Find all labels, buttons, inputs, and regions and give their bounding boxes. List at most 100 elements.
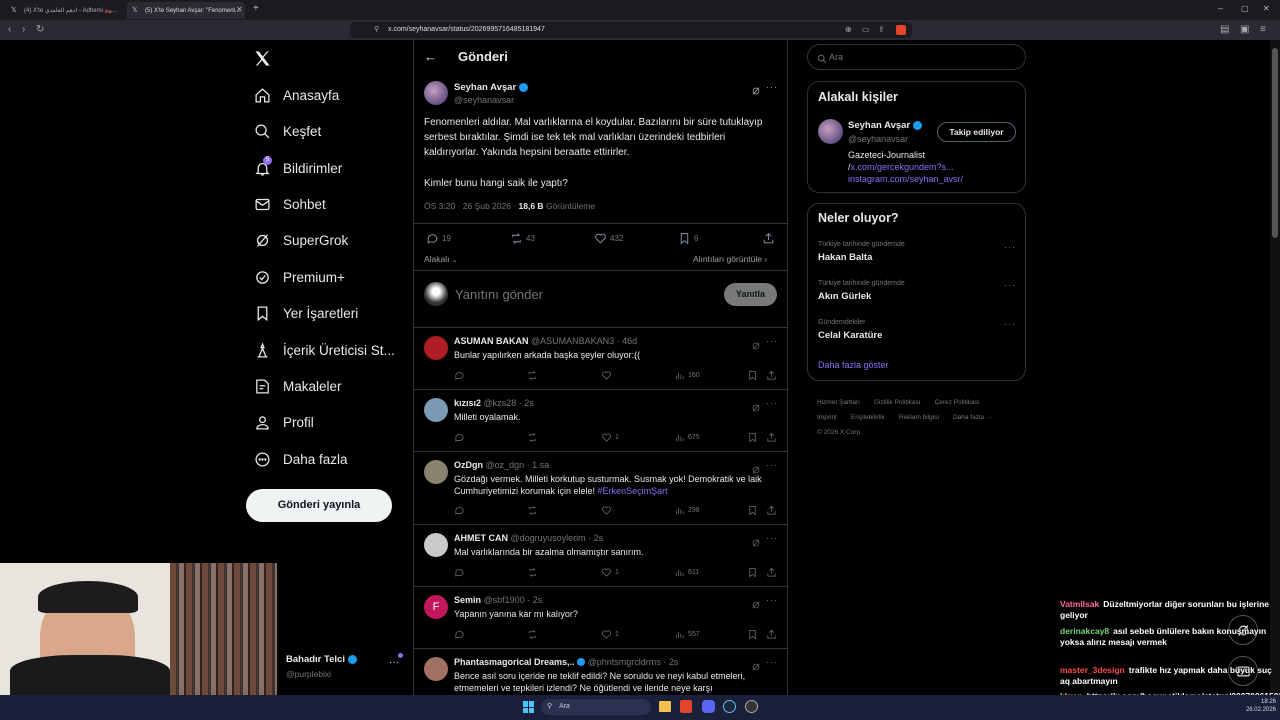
steam-icon[interactable]: [723, 700, 736, 713]
footer-link[interactable]: Hizmet Şartları: [817, 399, 860, 406]
grok-explain-icon[interactable]: [751, 338, 761, 350]
author-name-row[interactable]: Seyhan Avşar: [454, 82, 529, 93]
brave-icon[interactable]: [680, 700, 692, 713]
forward-icon[interactable]: ›: [22, 24, 25, 36]
footer-link[interactable]: Çerez Politikası: [935, 399, 980, 406]
account-switcher[interactable]: Bahadır Telci @purplebixi ···: [286, 653, 406, 679]
repost-action[interactable]: [527, 505, 541, 516]
like-action[interactable]: 1: [601, 567, 619, 578]
reply-avatar[interactable]: [424, 460, 448, 484]
wallet-icon[interactable]: ▣: [1240, 24, 1249, 36]
minimize-icon[interactable]: –: [1218, 3, 1223, 13]
sort-replies[interactable]: Alakalı ⌄: [424, 254, 458, 264]
taskbar-search[interactable]: ⚲ Ara: [541, 699, 651, 715]
reply-avatar[interactable]: [424, 398, 448, 422]
like-stat[interactable]: 432: [594, 232, 623, 245]
related-avatar[interactable]: [818, 119, 843, 144]
reply-item[interactable]: kızısı2 @kzs28 · 2s ··· Milleti oyalamak. 1…: [414, 389, 788, 451]
zoom-icon[interactable]: ⊕: [845, 22, 852, 38]
bookmark-action[interactable]: [747, 629, 761, 640]
more-options-icon[interactable]: ···: [766, 82, 778, 92]
address-bar[interactable]: ⚲ x.com/seyhanavsar/status/2026995716485…: [350, 22, 912, 38]
reply-action[interactable]: [454, 432, 468, 443]
reply-action[interactable]: [454, 505, 468, 516]
discord-icon[interactable]: [702, 700, 715, 713]
reply-avatar[interactable]: [424, 336, 448, 360]
nav-articles[interactable]: Makaleler: [253, 372, 342, 400]
page-scrollbar[interactable]: [1270, 40, 1280, 695]
views-action[interactable]: 298: [674, 505, 700, 516]
reply-avatar[interactable]: F: [424, 595, 448, 619]
reply-item[interactable]: AHMET CAN @dogruyusoylerim · 2s ··· Mal va…: [414, 524, 788, 586]
bookmark-action[interactable]: [747, 505, 761, 516]
obs-icon[interactable]: [745, 700, 758, 713]
reload-icon[interactable]: ↻: [36, 24, 44, 36]
close-window-icon[interactable]: ✕: [1263, 4, 1270, 13]
repost-stat[interactable]: 43: [510, 232, 535, 245]
share-icon[interactable]: ⇪: [878, 22, 885, 38]
repost-action[interactable]: [527, 567, 541, 578]
x-logo-icon[interactable]: [253, 49, 273, 69]
more-options-icon[interactable]: ···: [766, 336, 778, 346]
nav-notifications[interactable]: 5 Bildirimler: [253, 154, 342, 182]
nav-creator-studio[interactable]: İçerik Üreticisi St...: [253, 336, 395, 364]
cast-icon[interactable]: ▭: [862, 22, 870, 38]
brave-shield-icon[interactable]: [896, 25, 906, 35]
reply-input[interactable]: Yanıtını gönder: [455, 287, 543, 302]
more-options-icon[interactable]: ···: [766, 398, 778, 408]
nav-profile[interactable]: Profil: [253, 408, 314, 436]
bookmark-action[interactable]: [747, 370, 761, 381]
footer-link[interactable]: Imprint: [817, 414, 837, 421]
share-action[interactable]: [766, 505, 780, 516]
grok-explain-icon[interactable]: [751, 597, 761, 609]
reply-action[interactable]: [454, 629, 468, 640]
share-action[interactable]: [766, 567, 780, 578]
reply-item[interactable]: F Semin @sbf1900 · 2s ··· Yapanın yanına ka…: [414, 586, 788, 648]
like-action[interactable]: 1: [601, 432, 619, 443]
reply-button[interactable]: Yanıtla: [724, 283, 777, 306]
more-options-icon[interactable]: ···: [766, 595, 778, 605]
reply-item[interactable]: Phantasmagorical Dreams,.. @phntsmgrcldr…: [414, 648, 788, 695]
nav-bookmarks[interactable]: Yer İşaretleri: [253, 299, 358, 327]
nav-premium[interactable]: Premium+: [253, 263, 345, 291]
more-options-icon[interactable]: ···: [766, 657, 778, 667]
browser-tab-active[interactable]: 𝕏 (5) X'te Seyhan Avşar: "Fenomenl...: [127, 2, 245, 19]
share-action[interactable]: [766, 370, 780, 381]
browser-tab[interactable]: 𝕏 (4) X'te ادهم الغامدي - Adhemi 🏍️...: [6, 2, 124, 19]
nav-explore[interactable]: Keşfet: [253, 117, 321, 145]
related-name-row[interactable]: Seyhan Avşar: [848, 120, 923, 131]
footer-link[interactable]: Reklam bilgisi: [899, 414, 939, 421]
bookmark-action[interactable]: [747, 567, 761, 578]
grok-explain-icon[interactable]: [751, 535, 761, 547]
reply-author[interactable]: Semin: [454, 595, 481, 605]
nav-supergrok[interactable]: SuperGrok: [253, 226, 348, 254]
reply-item[interactable]: ASUMAN BAKAN @ASUMANBAKAN3 · 46d ··· Bunla…: [414, 327, 788, 389]
share-icon[interactable]: [762, 232, 775, 250]
views-action[interactable]: 557: [674, 629, 700, 640]
show-more-link[interactable]: Daha fazla göster: [818, 360, 889, 370]
like-action[interactable]: [601, 505, 615, 516]
trend-name[interactable]: Celal Karatüre: [818, 330, 882, 341]
reply-action[interactable]: [454, 370, 468, 381]
reply-item[interactable]: OzDgn @oz_dgn · 1 sa ··· Gözdağı vermek. M…: [414, 451, 788, 524]
maximize-icon[interactable]: ▢: [1241, 4, 1249, 13]
back-icon[interactable]: ‹: [8, 24, 11, 36]
more-options-icon[interactable]: ···: [766, 533, 778, 543]
trend-more-icon[interactable]: ···: [1004, 280, 1016, 290]
sidebar-toggle-icon[interactable]: ▤: [1220, 24, 1229, 36]
account-more-icon[interactable]: ···: [389, 657, 399, 668]
reply-stat[interactable]: 19: [426, 232, 451, 245]
bookmark-stat[interactable]: 6: [678, 232, 698, 245]
grok-explain-icon[interactable]: [751, 83, 761, 101]
author-avatar[interactable]: [424, 81, 448, 105]
author-handle[interactable]: @seyhanavsar: [454, 95, 514, 105]
grok-explain-icon[interactable]: [751, 400, 761, 412]
like-action[interactable]: 1: [601, 629, 619, 640]
nav-chat[interactable]: Sohbet: [253, 190, 326, 218]
reply-avatar[interactable]: [424, 533, 448, 557]
new-tab-icon[interactable]: +: [253, 3, 259, 14]
trend-more-icon[interactable]: ···: [1004, 319, 1016, 329]
bio-link[interactable]: x.com/gercekgundem?s...: [851, 162, 954, 172]
footer-link[interactable]: Daha fazla ···: [953, 414, 992, 421]
repost-action[interactable]: [527, 629, 541, 640]
